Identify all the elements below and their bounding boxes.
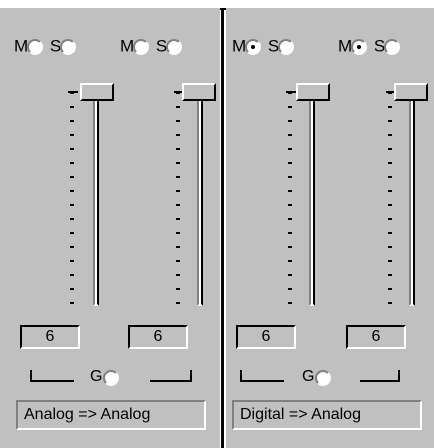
balance-track (360, 380, 400, 382)
stereo-radio[interactable] (60, 38, 77, 55)
volume-slider-thumb-ch2[interactable] (182, 83, 216, 101)
balance-track (30, 380, 74, 382)
volume-value-ch1: 6 (20, 325, 80, 349)
volume-slider-thumb-ch1[interactable] (80, 83, 114, 101)
mono-label: M (338, 36, 353, 56)
mode-selector-ch3: M S (232, 35, 296, 57)
volume-value-ch3: 6 (236, 325, 296, 349)
mode-selector-ch1: M S (14, 35, 78, 57)
gang-label: G (302, 368, 315, 385)
mode-selector-ch4: M S (338, 35, 402, 57)
balance-right-cap (190, 370, 192, 382)
balance-track (240, 380, 284, 382)
balance-slider-group2-right[interactable] (360, 367, 420, 387)
mixer-window: M S 6 M S 6 M S 6 M S 6 G G Analog => An… (0, 0, 434, 448)
stereo-radio[interactable] (278, 38, 295, 55)
mono-label: M (232, 36, 247, 56)
volume-slider-thumb-ch3[interactable] (296, 83, 330, 101)
gang-radio-group1[interactable] (103, 369, 121, 387)
stereo-radio[interactable] (166, 38, 183, 55)
route-label-analog: Analog => Analog (16, 400, 206, 430)
slider-ticks (288, 92, 292, 304)
mono-label: M (14, 36, 29, 56)
mode-selector-ch2: M S (120, 35, 184, 57)
volume-value-ch4: 6 (346, 325, 406, 349)
slider-ticks (388, 92, 392, 304)
balance-right-cap (398, 370, 400, 382)
route-label-digital: Digital => Analog (232, 400, 422, 430)
volume-slider-track-ch2[interactable] (197, 92, 203, 306)
volume-slider-track-ch3[interactable] (309, 92, 315, 306)
volume-slider-track-ch4[interactable] (409, 92, 415, 306)
balance-track (150, 380, 192, 382)
mono-radio[interactable] (133, 38, 150, 55)
stereo-radio[interactable] (384, 38, 401, 55)
group-divider (221, 8, 224, 448)
slider-ticks (70, 92, 74, 304)
mono-radio[interactable] (245, 38, 262, 55)
gang-radio-group2[interactable] (315, 369, 333, 387)
slider-ticks (176, 92, 180, 304)
gang-radio-dot (315, 369, 331, 386)
mono-radio[interactable] (351, 38, 368, 55)
balance-slider-group2[interactable] (240, 367, 300, 387)
volume-value-ch2: 6 (128, 325, 188, 349)
gang-label: G (90, 368, 103, 385)
volume-slider-thumb-ch4[interactable] (394, 83, 428, 101)
mono-radio[interactable] (27, 38, 44, 55)
volume-slider-track-ch1[interactable] (93, 92, 99, 306)
gang-radio-dot (103, 369, 119, 386)
mono-label: M (120, 36, 135, 56)
balance-slider-group1-right[interactable] (150, 367, 210, 387)
